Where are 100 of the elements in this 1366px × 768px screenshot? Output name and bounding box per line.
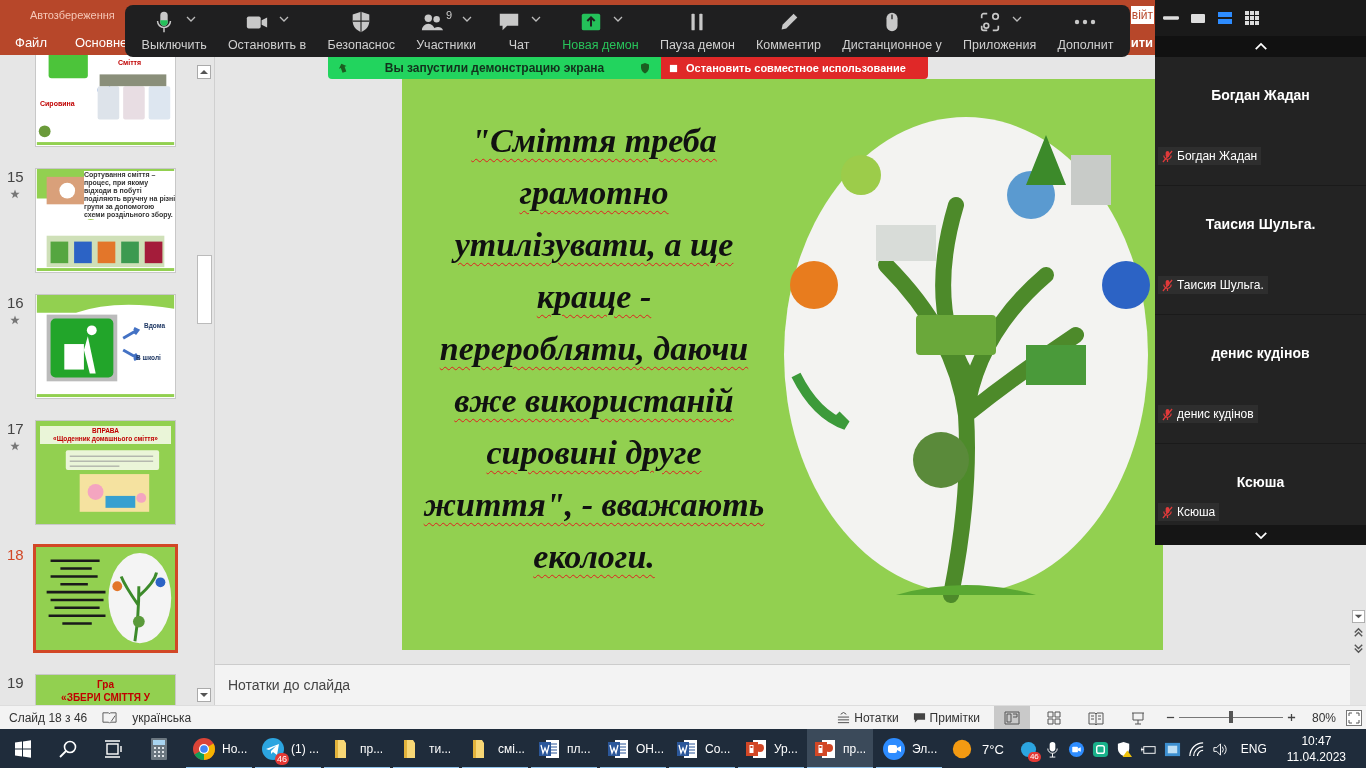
meeting-toolbar-button[interactable]: Безопаснос: [327, 10, 395, 52]
taskbar-app-button[interactable]: ОН...: [600, 729, 666, 768]
toolbar-label: Безопаснос: [327, 38, 395, 52]
scroll-up-button[interactable]: [197, 65, 211, 79]
caret-icon[interactable]: [279, 16, 290, 22]
autosave-label: Автозбереження: [30, 9, 115, 21]
wifi-icon[interactable]: [1187, 740, 1205, 758]
taskbar-app-button[interactable]: 46 (1) ...: [255, 729, 321, 768]
taskbar-app-button[interactable]: смі...: [462, 729, 528, 768]
quote-text: "Сміття треба грамотно утилізувати, а ще краще - переробляти, даючи вже використаній сировині друге життя", - вважають екологи.: [422, 121, 766, 577]
ribbon-tab[interactable]: ити: [1130, 35, 1153, 50]
shield-icon: [639, 62, 651, 74]
zoom-in-icon[interactable]: [1286, 713, 1296, 722]
toolbar-label: Выключить: [141, 38, 207, 52]
fit-to-window-icon[interactable]: [1346, 709, 1362, 726]
participant-count: 9: [445, 10, 453, 20]
taskbar-app-button[interactable]: пр...: [324, 729, 390, 768]
meeting-toolbar-button[interactable]: Дистанционное у: [842, 10, 942, 52]
zoom-level[interactable]: 80%: [1311, 710, 1336, 725]
toolbar-label: Новая демон: [562, 38, 639, 52]
more-icon: [1073, 19, 1098, 25]
spellcheck-icon[interactable]: [102, 710, 118, 725]
meeting-toolbar-button[interactable]: Выключить: [141, 10, 207, 52]
normal-view-button[interactable]: [993, 706, 1030, 729]
browser-icon: [192, 737, 216, 761]
taskbar-app-button[interactable]: пр...: [807, 729, 873, 768]
shield-warning-icon[interactable]: [1115, 740, 1133, 758]
task-view-icon[interactable]: [103, 739, 123, 759]
notes-field[interactable]: Нотатки до слайда: [228, 677, 351, 693]
input-language[interactable]: ENG: [1240, 742, 1267, 756]
document-icon: [537, 737, 561, 761]
app-tray-icon[interactable]: [1091, 740, 1109, 758]
speaker-view-button[interactable]: [1217, 10, 1233, 26]
scroll-down-button[interactable]: [197, 688, 211, 702]
scrollbar-thumb[interactable]: [197, 255, 212, 324]
participant-name: Ксюша: [1236, 474, 1285, 490]
toolbar-label: Остановить в: [227, 38, 307, 52]
gallery-view-icon: [1244, 10, 1260, 26]
toolbar-label: Пауза демон: [659, 38, 735, 52]
speaker-view-icon: [1217, 10, 1233, 26]
document-icon: [606, 737, 630, 761]
network-app-icon[interactable]: [1163, 740, 1181, 758]
meeting-toolbar-button[interactable]: Дополнит: [1057, 10, 1114, 52]
slide-number: 16: [7, 294, 24, 312]
taskbar-app-button[interactable]: Ур...: [738, 729, 804, 768]
toolbar-label: Комментир: [756, 38, 821, 52]
sign-in-link[interactable]: війт: [1130, 6, 1154, 24]
stop-icon: [669, 63, 678, 73]
comments-button[interactable]: Примітки: [912, 710, 980, 725]
weather-temperature[interactable]: 7°C: [982, 741, 1004, 757]
toolbar-label: Дистанционное у: [842, 38, 942, 52]
caret-icon[interactable]: [1011, 16, 1022, 22]
search-icon[interactable]: [58, 739, 78, 759]
scroll-down-icon[interactable]: [1253, 530, 1268, 540]
meeting-toolbar-button[interactable]: Новая демон: [562, 10, 639, 52]
telegram-tray-icon[interactable]: [1019, 740, 1037, 758]
windows-start-icon[interactable]: [13, 739, 33, 759]
volume-icon[interactable]: [1211, 740, 1229, 758]
normal-view-icon: [1003, 710, 1020, 725]
ribbon-tab[interactable]: Основне: [74, 35, 128, 50]
meeting-toolbar-button[interactable]: Приложения: [963, 10, 1037, 52]
scroll-up-icon[interactable]: [1253, 42, 1268, 51]
video-app-icon[interactable]: [1067, 740, 1085, 758]
comment-icon: [912, 711, 926, 724]
stop-sharing-button[interactable]: Остановить совместное использование: [661, 57, 928, 79]
ribbon-tab[interactable]: Файл: [15, 35, 47, 50]
thumbnail-title: Гра «ЗБЕРИ СМІТТЯ У: [60, 678, 151, 704]
toolbar-label: Дополнит: [1057, 38, 1114, 52]
clock-date[interactable]: 11.04.2023: [1286, 749, 1346, 765]
meeting-toolbar-button[interactable]: Чат: [497, 10, 542, 52]
taskbar-app-button[interactable]: ти...: [393, 729, 459, 768]
slide-number: 19: [7, 674, 24, 692]
slide-thumbnail[interactable]: Гра «ЗБЕРИ СМІТТЯ У: [35, 674, 176, 705]
meeting-toolbar-button[interactable]: Остановить в: [227, 10, 307, 52]
caret-icon[interactable]: [612, 16, 623, 22]
scroll-down-button[interactable]: [1351, 610, 1365, 623]
notification-badge: 46: [1027, 751, 1041, 762]
taskbar-app-button[interactable]: пл...: [531, 729, 597, 768]
participant-label: Ксюша: [1158, 503, 1220, 521]
zoom-slider-thumb[interactable]: [1228, 711, 1233, 723]
sun-icon[interactable]: [951, 738, 973, 760]
notes-button[interactable]: Нотатки: [837, 710, 899, 725]
presentation-icon: [813, 737, 837, 761]
participant-name: денис кудінов: [1211, 345, 1310, 361]
presentation-icon: [744, 737, 768, 761]
meeting-toolbar-button[interactable]: Пауза демон: [659, 10, 735, 52]
taskbar-app-button[interactable]: Со...: [669, 729, 735, 768]
caret-icon[interactable]: [186, 16, 197, 22]
gallery-view-button[interactable]: [1244, 10, 1260, 26]
taskbar-app-button[interactable]: Эл...: [876, 729, 942, 768]
caret-icon[interactable]: [531, 16, 542, 22]
meeting-toolbar-button[interactable]: Комментир: [756, 10, 821, 52]
language-label[interactable]: українська: [132, 710, 192, 725]
clock-time[interactable]: 10:47: [1301, 733, 1332, 749]
slide-number: 18: [7, 546, 24, 564]
toolbar-label: Чат: [508, 38, 530, 52]
video-camera-icon: [882, 737, 906, 761]
slide-number: 17: [7, 420, 24, 438]
caret-icon[interactable]: [462, 16, 473, 22]
taskbar-app-button[interactable]: Но...: [186, 729, 252, 768]
